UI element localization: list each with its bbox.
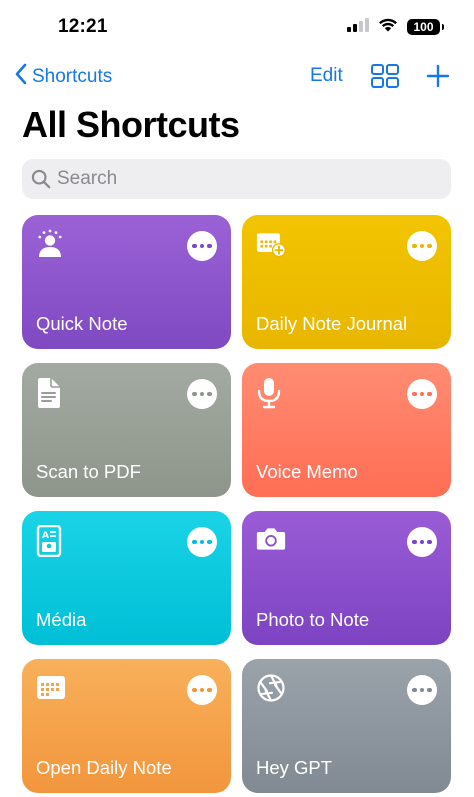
- more-options-button[interactable]: [187, 675, 217, 705]
- shortcut-tile-hey-gpt[interactable]: Hey GPT: [242, 659, 451, 793]
- shortcut-tile-daily-note-journal[interactable]: Daily Note Journal: [242, 215, 451, 349]
- shortcut-label: Open Daily Note: [36, 757, 172, 778]
- shortcut-tile-open-daily-note[interactable]: Open Daily Note: [22, 659, 231, 793]
- shortcut-tile-scan-to-pdf[interactable]: Scan to PDF: [22, 363, 231, 497]
- status-time: 12:21: [58, 16, 108, 37]
- more-options-button[interactable]: [407, 379, 437, 409]
- shortcut-label: Hey GPT: [256, 757, 333, 778]
- cellular-signal-icon: [347, 17, 369, 37]
- grid-view-button[interactable]: [371, 64, 399, 93]
- battery-level: 100: [413, 20, 434, 34]
- more-options-button[interactable]: [187, 231, 217, 261]
- more-options-button[interactable]: [407, 231, 437, 261]
- shortcut-label: Quick Note: [36, 313, 128, 334]
- shortcut-label: Voice Memo: [256, 461, 358, 482]
- person-icon: [36, 229, 66, 263]
- shortcut-tile-voice-memo[interactable]: Voice Memo: [242, 363, 451, 497]
- status-indicators: 100: [347, 17, 444, 37]
- contact-card-icon: A: [36, 525, 66, 559]
- calendar-icon: [36, 673, 66, 707]
- plus-icon: [426, 64, 450, 92]
- aperture-icon: [256, 673, 286, 707]
- back-button-label: Shortcuts: [32, 65, 113, 87]
- more-options-button[interactable]: [407, 527, 437, 557]
- add-shortcut-button[interactable]: [426, 64, 450, 93]
- more-options-button[interactable]: [407, 675, 437, 705]
- battery-icon: 100: [407, 19, 444, 35]
- more-options-button[interactable]: [187, 527, 217, 557]
- svg-text:A: A: [42, 531, 49, 541]
- shortcut-label: Daily Note Journal: [256, 313, 408, 334]
- camera-icon: [256, 525, 286, 559]
- shortcut-label: Média: [36, 609, 87, 630]
- search-placeholder: Search: [57, 168, 118, 189]
- shortcut-tile-quick-note[interactable]: Quick Note: [22, 215, 231, 349]
- search-input[interactable]: Search: [22, 159, 451, 199]
- back-button[interactable]: Shortcuts: [14, 63, 112, 90]
- more-options-button[interactable]: [187, 379, 217, 409]
- edit-button[interactable]: Edit: [310, 65, 343, 87]
- shortcut-tile-photo-to-note[interactable]: Photo to Note: [242, 511, 451, 645]
- document-icon: [36, 377, 66, 411]
- shortcut-tile-media[interactable]: A Média: [22, 511, 231, 645]
- grid-icon: [371, 64, 399, 92]
- wifi-icon: [378, 17, 398, 37]
- shortcut-label: Photo to Note: [256, 609, 370, 630]
- page-title: All Shortcuts: [22, 104, 240, 145]
- shortcut-label: Scan to PDF: [36, 461, 141, 482]
- chevron-left-icon: [14, 63, 28, 90]
- calendar-plus-icon: [256, 229, 286, 263]
- search-icon: [31, 169, 51, 189]
- microphone-icon: [256, 377, 286, 411]
